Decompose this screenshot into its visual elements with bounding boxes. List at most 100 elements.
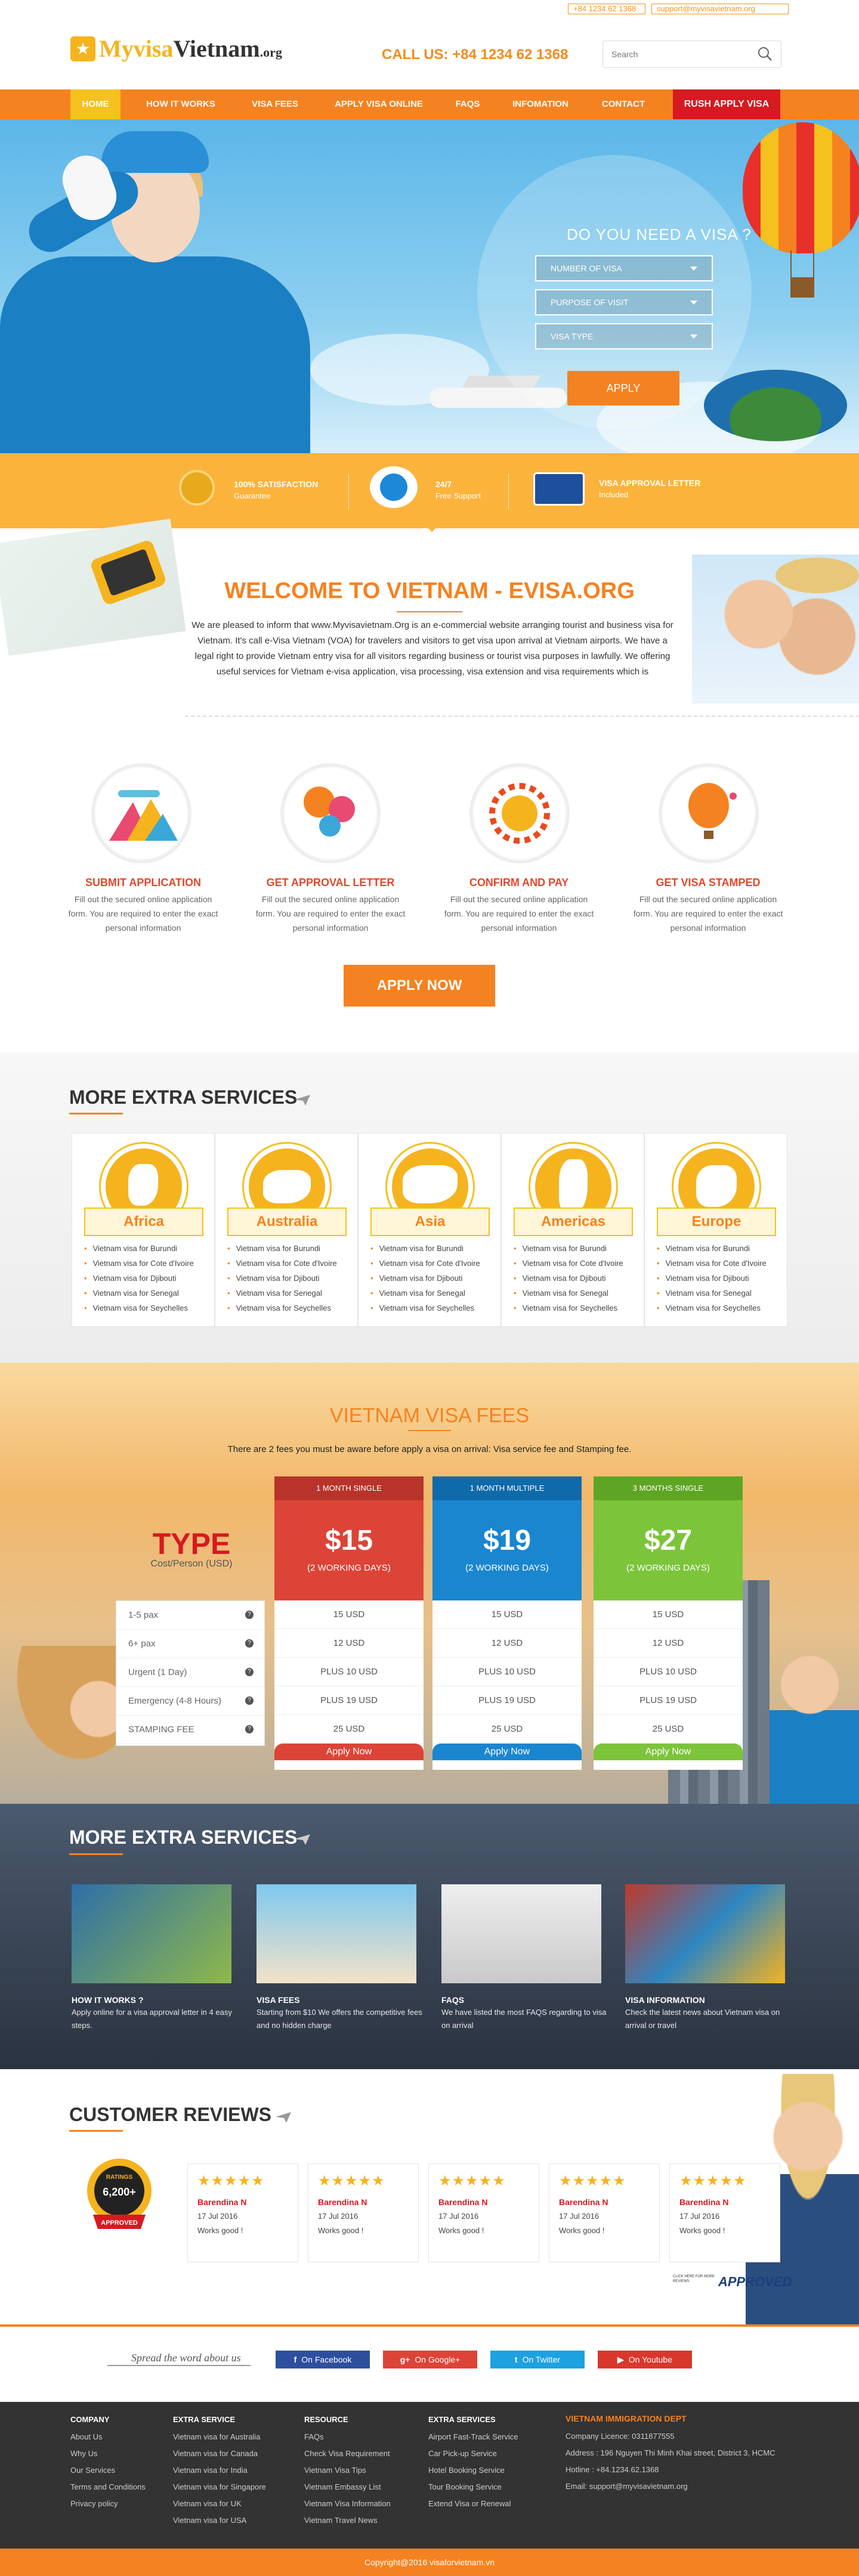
footer-link[interactable]: Vietnam Embassy List <box>304 2479 391 2496</box>
google-plus-button[interactable]: g+ On Google+ <box>383 2351 477 2368</box>
region-card-australia[interactable]: Australia Vietnam visa for Burundi Vietn… <box>215 1133 358 1327</box>
footer-link[interactable]: Vietnam visa for Australia <box>173 2429 266 2445</box>
passport-map-image[interactable] <box>72 1884 231 1983</box>
footer-link[interactable]: Vietnam visa for Canada <box>173 2445 266 2462</box>
review-date: 17 Jul 2016 <box>679 2212 720 2221</box>
footer-link[interactable]: Vietnam visa for Singapore <box>173 2479 266 2496</box>
traveler-landmarks-image[interactable] <box>257 1884 416 1983</box>
help-icon[interactable]: ? <box>245 1696 254 1705</box>
region-link[interactable]: Vietnam visa for Cote d'Ivoire <box>227 1256 337 1271</box>
nav-item-apply-online[interactable]: APPLY VISA ONLINE <box>322 89 435 119</box>
help-icon[interactable]: ? <box>245 1611 254 1619</box>
footer-link[interactable]: Vietnam visa for UK <box>173 2496 266 2512</box>
help-icon[interactable]: ? <box>245 1668 254 1676</box>
region-link[interactable]: Vietnam visa for Senegal <box>227 1286 337 1301</box>
region-link[interactable]: Vietnam visa for Cote d'Ivoire <box>657 1256 767 1271</box>
footer-link[interactable]: Airport Fast-Track Service <box>428 2429 518 2445</box>
footer-link[interactable]: Our Services <box>70 2462 146 2479</box>
region-link[interactable]: Vietnam visa for Seychelles <box>514 1301 623 1315</box>
tile-title[interactable]: HOW IT WORKS ? <box>72 1995 144 2005</box>
region-link[interactable]: Vietnam visa for Senegal <box>84 1286 194 1301</box>
footer-link[interactable]: Car Pick-up Service <box>428 2445 518 2462</box>
plan-cell: 15 USD <box>432 1600 582 1629</box>
footer-link[interactable]: Terms and Conditions <box>70 2479 146 2496</box>
region-link[interactable]: Vietnam visa for Djibouti <box>84 1271 194 1286</box>
footer-link[interactable]: Vietnam Visa Tips <box>304 2462 391 2479</box>
tile-title[interactable]: FAQS <box>441 1995 464 2005</box>
help-icon[interactable]: ? <box>245 1639 254 1648</box>
region-link[interactable]: Vietnam visa for Cote d'Ivoire <box>370 1256 480 1271</box>
footer-link[interactable]: Hotel Booking Service <box>428 2462 518 2479</box>
passports-stack-image[interactable] <box>625 1884 785 1983</box>
approved-caption: CLICK HERE FOR MORE REVIEWS <box>673 2275 715 2283</box>
section-underline <box>69 2130 123 2132</box>
region-card-africa[interactable]: Africa Vietnam visa for Burundi Vietnam … <box>72 1133 215 1327</box>
nav-item-information[interactable]: INFOMATION <box>499 89 582 119</box>
plan-apply-button[interactable]: Apply Now <box>274 1744 424 1760</box>
number-of-visa-select[interactable]: NUMBER OF VISA <box>535 255 713 281</box>
region-link[interactable]: Vietnam visa for Djibouti <box>227 1271 337 1286</box>
region-link[interactable]: Vietnam visa for Burundi <box>657 1241 767 1256</box>
region-link[interactable]: Vietnam visa for Burundi <box>514 1241 623 1256</box>
tile-title[interactable]: VISA INFORMATION <box>625 1995 705 2005</box>
footer-link[interactable]: Check Visa Requirement <box>304 2445 391 2462</box>
region-link[interactable]: Vietnam visa for Burundi <box>370 1241 480 1256</box>
nav-item-visa-fees[interactable]: VISA FEES <box>236 89 314 119</box>
footer-link[interactable]: Privacy policy <box>70 2496 146 2512</box>
footer-link[interactable]: Tour Booking Service <box>428 2479 518 2496</box>
nav-item-home[interactable]: HOME <box>70 89 120 119</box>
nav-item-how-it-works[interactable]: HOW IT WORKS <box>131 89 230 119</box>
visa-type-select[interactable]: VISA TYPE <box>535 323 713 349</box>
footer-link[interactable]: Vietnam Visa Information <box>304 2496 391 2512</box>
region-link[interactable]: Vietnam visa for Seychelles <box>84 1301 194 1315</box>
region-card-americas[interactable]: Americas Vietnam visa for Burundi Vietna… <box>501 1133 644 1327</box>
approved-reviews-link[interactable]: CLICK HERE FOR MORE REVIEWS APPROVED <box>673 2272 792 2296</box>
footer-link[interactable]: Vietnam Travel News <box>304 2512 391 2529</box>
footer-link[interactable]: Extend Visa or Renewal <box>428 2496 518 2512</box>
footer-column-title: COMPANY <box>70 2415 110 2424</box>
region-link[interactable]: Vietnam visa for Cote d'Ivoire <box>84 1256 194 1271</box>
question-marks-image[interactable] <box>441 1884 601 1983</box>
footer-column-extra-services: EXTRA SERVICES Airport Fast-Track Servic… <box>428 2415 518 2512</box>
region-card-asia[interactable]: Asia Vietnam visa for Burundi Vietnam vi… <box>358 1133 501 1327</box>
youtube-button[interactable]: ▶ On Youtube <box>598 2351 692 2368</box>
region-link[interactable]: Vietnam visa for Djibouti <box>514 1271 623 1286</box>
region-link[interactable]: Vietnam visa for Cote d'Ivoire <box>514 1256 623 1271</box>
footer-link[interactable]: About Us <box>70 2429 146 2445</box>
site-logo[interactable]: ★ MyvisaVietnam.org <box>70 35 282 63</box>
region-card-europe[interactable]: Europe Vietnam visa for Burundi Vietnam … <box>644 1133 787 1327</box>
region-link[interactable]: Vietnam visa for Djibouti <box>657 1271 767 1286</box>
nav-item-faqs[interactable]: FAQS <box>444 89 492 119</box>
help-icon[interactable]: ? <box>245 1725 254 1733</box>
footer-contact-line[interactable]: Email: support@myvisavietnam.org <box>566 2478 816 2495</box>
region-link[interactable]: Vietnam visa for Senegal <box>657 1286 767 1301</box>
footer-link[interactable]: FAQs <box>304 2429 391 2445</box>
plan-apply-button[interactable]: Apply Now <box>594 1744 743 1760</box>
rush-apply-button[interactable]: RUSH APPLY VISA <box>673 89 780 119</box>
review-text: Works good ! <box>559 2226 605 2235</box>
ratings-badge[interactable]: RATINGS 6,200+ APPROVED <box>85 2155 154 2238</box>
footer-link[interactable]: Vietnam visa for India <box>173 2462 266 2479</box>
region-link[interactable]: Vietnam visa for Seychelles <box>227 1301 337 1315</box>
footer-link[interactable]: Vietnam visa for USA <box>173 2512 266 2529</box>
search-icon[interactable] <box>757 46 773 61</box>
plan-apply-button[interactable]: Apply Now <box>432 1744 582 1760</box>
region-link[interactable]: Vietnam visa for Senegal <box>370 1286 480 1301</box>
hero-apply-button[interactable]: APPLY <box>567 371 679 405</box>
twitter-button[interactable]: t On Twitter <box>490 2351 585 2368</box>
nav-item-contact[interactable]: CONTACT <box>591 89 656 119</box>
region-link[interactable]: Vietnam visa for Burundi <box>84 1241 194 1256</box>
tile-title[interactable]: VISA FEES <box>257 1995 300 2005</box>
region-link[interactable]: Vietnam visa for Djibouti <box>370 1271 480 1286</box>
topbar-phone[interactable]: +84 1234 62 1368 <box>568 4 645 14</box>
region-link[interactable]: Vietnam visa for Seychelles <box>657 1301 767 1315</box>
region-link[interactable]: Vietnam visa for Seychelles <box>370 1301 480 1315</box>
footer-link[interactable]: Why Us <box>70 2445 146 2462</box>
search-input[interactable] <box>603 41 746 67</box>
apply-now-button[interactable]: APPLY NOW <box>344 965 495 1007</box>
topbar-email[interactable]: support@myvisavietnam.org <box>651 4 789 14</box>
purpose-of-visit-select[interactable]: PURPOSE OF VISIT <box>535 289 713 315</box>
region-link[interactable]: Vietnam visa for Senegal <box>514 1286 623 1301</box>
region-link[interactable]: Vietnam visa for Burundi <box>227 1241 337 1256</box>
facebook-button[interactable]: f On Facebook <box>276 2351 370 2368</box>
